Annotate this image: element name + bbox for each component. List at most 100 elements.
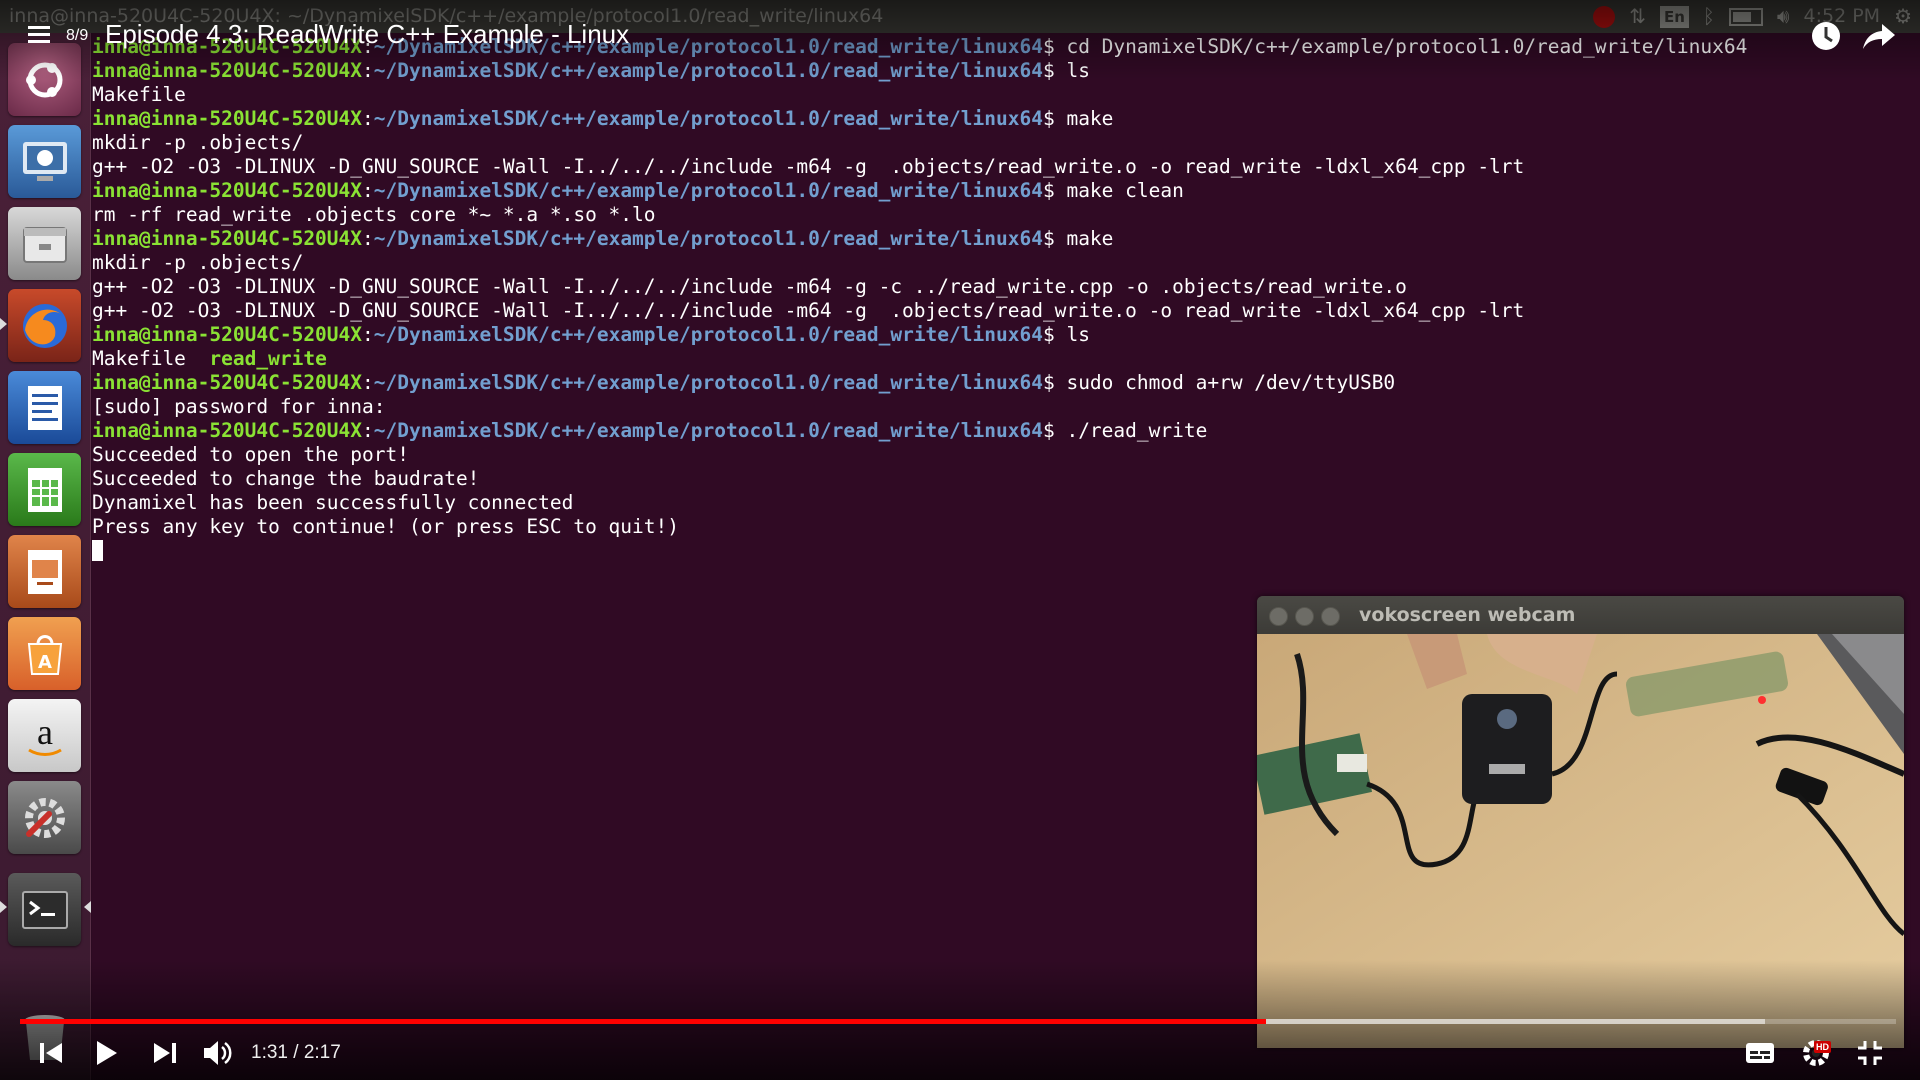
firefox-icon <box>22 303 67 348</box>
terminal-cursor <box>92 540 103 561</box>
terminal-output-line: Dynamixel has been successfully connecte… <box>92 491 574 514</box>
playlist-menu-icon[interactable] <box>28 26 50 43</box>
terminal-ls-output: Makefile read_write <box>92 347 1747 371</box>
progress-bar[interactable] <box>20 1019 1896 1024</box>
terminal-output-line: rm -rf read_write .objects core *~ *.a *… <box>92 203 656 226</box>
launcher-focused-indicator <box>84 901 91 913</box>
prompt-user-host: inna@inna-520U4C-520U4X <box>92 371 363 394</box>
subtitles-icon <box>1746 1043 1774 1063</box>
prompt-command: ls <box>1066 323 1090 346</box>
share-icon[interactable] <box>1862 20 1896 52</box>
system-monitor-icon <box>22 141 67 181</box>
launcher-files[interactable] <box>8 207 81 280</box>
launcher-software-center[interactable]: A <box>8 617 81 690</box>
ls-executable: read_write <box>209 347 327 370</box>
volume-icon <box>204 1041 232 1065</box>
hd-badge: HD <box>1814 1041 1831 1053</box>
terminal-output-line: Press any key to continue! (or press ESC… <box>92 515 679 538</box>
prompt-path: ~/DynamixelSDK/c++/example/protocol1.0/r… <box>373 323 1043 346</box>
ubuntu-dash-icon <box>25 62 62 97</box>
terminal-prompt-line: inna@inna-520U4C-520U4X:~/DynamixelSDK/c… <box>92 323 1090 346</box>
prompt-path: ~/DynamixelSDK/c++/example/protocol1.0/r… <box>373 419 1043 442</box>
exit-fullscreen-icon <box>1858 1041 1882 1065</box>
terminal-prompt-line: inna@inna-520U4C-520U4X:~/DynamixelSDK/c… <box>92 179 1184 202</box>
watch-later-icon[interactable] <box>1810 20 1842 52</box>
svg-text:a: a <box>37 712 53 752</box>
terminal-prompt-line: inna@inna-520U4C-520U4X:~/DynamixelSDK/c… <box>92 59 1090 82</box>
terminal-prompt-line: inna@inna-520U4C-520U4X:~/DynamixelSDK/c… <box>92 107 1114 130</box>
webcam-minimize-button[interactable] <box>1295 607 1314 626</box>
launcher-terminal[interactable] <box>8 873 81 946</box>
player-header: 8/9 Episode 4.3: ReadWrite C++ Example -… <box>0 16 1920 58</box>
prompt-command: ./read_write <box>1066 419 1208 442</box>
terminal-output-line: g++ -O2 -O3 -DLINUX -D_GNU_SOURCE -Wall … <box>92 299 1525 322</box>
launcher-system-settings[interactable] <box>8 781 81 854</box>
prompt-command: make <box>1066 107 1114 130</box>
system-settings-icon <box>24 797 65 838</box>
terminal-prompt-line: inna@inna-520U4C-520U4X:~/DynamixelSDK/c… <box>92 227 1114 250</box>
terminal-output-line: g++ -O2 -O3 -DLINUX -D_GNU_SOURCE -Wall … <box>92 155 1525 178</box>
terminal-output-line: Succeeded to change the baudrate! <box>92 467 480 490</box>
prompt-user-host: inna@inna-520U4C-520U4X <box>92 59 363 82</box>
launcher-firefox[interactable] <box>8 289 81 362</box>
video-title[interactable]: Episode 4.3: ReadWrite C++ Example - Lin… <box>105 19 629 50</box>
prompt-user-host: inna@inna-520U4C-520U4X <box>92 227 363 250</box>
prompt-path: ~/DynamixelSDK/c++/example/protocol1.0/r… <box>373 179 1043 202</box>
next-button[interactable] <box>148 1036 182 1070</box>
time-display: 1:31 / 2:17 <box>251 1042 341 1063</box>
prompt-user-host: inna@inna-520U4C-520U4X <box>92 323 363 346</box>
svg-text:A: A <box>38 652 52 673</box>
unity-launcher: A a <box>0 33 91 1080</box>
prompt-command: ls <box>1066 59 1090 82</box>
ls-file: Makefile <box>92 347 210 370</box>
terminal-output-line: [sudo] password for inna: <box>92 395 386 418</box>
prompt-command: sudo chmod a+rw /dev/ttyUSB0 <box>1066 371 1396 394</box>
writer-icon <box>27 385 62 430</box>
terminal-output-line: Makefile <box>92 83 186 106</box>
launcher-running-indicator <box>0 901 7 913</box>
webcam-close-button[interactable] <box>1269 607 1288 626</box>
webcam-feed-image <box>1257 634 1904 1048</box>
launcher-running-indicator <box>0 318 7 330</box>
terminal-output-line: mkdir -p .objects/ <box>92 131 304 154</box>
terminal-output-line: mkdir -p .objects/ <box>92 251 304 274</box>
terminal-output-line: g++ -O2 -O3 -DLINUX -D_GNU_SOURCE -Wall … <box>92 275 1407 298</box>
launcher-writer[interactable] <box>8 371 81 444</box>
playlist-position: 8/9 <box>66 27 89 44</box>
prompt-command: make <box>1066 227 1114 250</box>
launcher-impress[interactable] <box>8 535 81 608</box>
webcam-window[interactable]: vokoscreen webcam <box>1257 596 1904 1048</box>
skip-previous-icon <box>40 1043 62 1063</box>
prompt-path: ~/DynamixelSDK/c++/example/protocol1.0/r… <box>373 227 1043 250</box>
prompt-path: ~/DynamixelSDK/c++/example/protocol1.0/r… <box>373 59 1043 82</box>
launcher-system-monitor[interactable] <box>8 125 81 198</box>
prompt-path: ~/DynamixelSDK/c++/example/protocol1.0/r… <box>373 107 1043 130</box>
play-button[interactable] <box>90 1036 124 1070</box>
subtitles-button[interactable] <box>1743 1036 1777 1070</box>
previous-button[interactable] <box>34 1036 68 1070</box>
play-icon <box>97 1041 117 1065</box>
terminal-cursor-line <box>92 539 1747 563</box>
terminal-output-line: Succeeded to open the port! <box>92 443 409 466</box>
progress-played <box>20 1019 1266 1024</box>
terminal-prompt-line: inna@inna-520U4C-520U4X:~/DynamixelSDK/c… <box>92 419 1208 442</box>
webcam-titlebar[interactable]: vokoscreen webcam <box>1257 596 1904 634</box>
webcam-title: vokoscreen webcam <box>1359 604 1576 626</box>
amazon-icon: a <box>27 712 62 756</box>
terminal-prompt-line: inna@inna-520U4C-520U4X:~/DynamixelSDK/c… <box>92 371 1396 394</box>
exit-fullscreen-button[interactable] <box>1853 1036 1887 1070</box>
volume-button[interactable] <box>200 1036 236 1070</box>
launcher-amazon[interactable]: a <box>8 699 81 772</box>
prompt-command: make clean <box>1066 179 1184 202</box>
prompt-path: ~/DynamixelSDK/c++/example/protocol1.0/r… <box>373 371 1043 394</box>
impress-icon <box>27 549 62 594</box>
calc-icon <box>27 467 62 512</box>
terminal-icon <box>21 890 68 929</box>
prompt-user-host: inna@inna-520U4C-520U4X <box>92 107 363 130</box>
webcam-maximize-button[interactable] <box>1321 607 1340 626</box>
files-icon <box>22 226 67 263</box>
skip-next-icon <box>154 1043 176 1063</box>
prompt-user-host: inna@inna-520U4C-520U4X <box>92 179 363 202</box>
terminal-output: inna@inna-520U4C-520U4X:~/DynamixelSDK/c… <box>92 35 1747 563</box>
launcher-calc[interactable] <box>8 453 81 526</box>
